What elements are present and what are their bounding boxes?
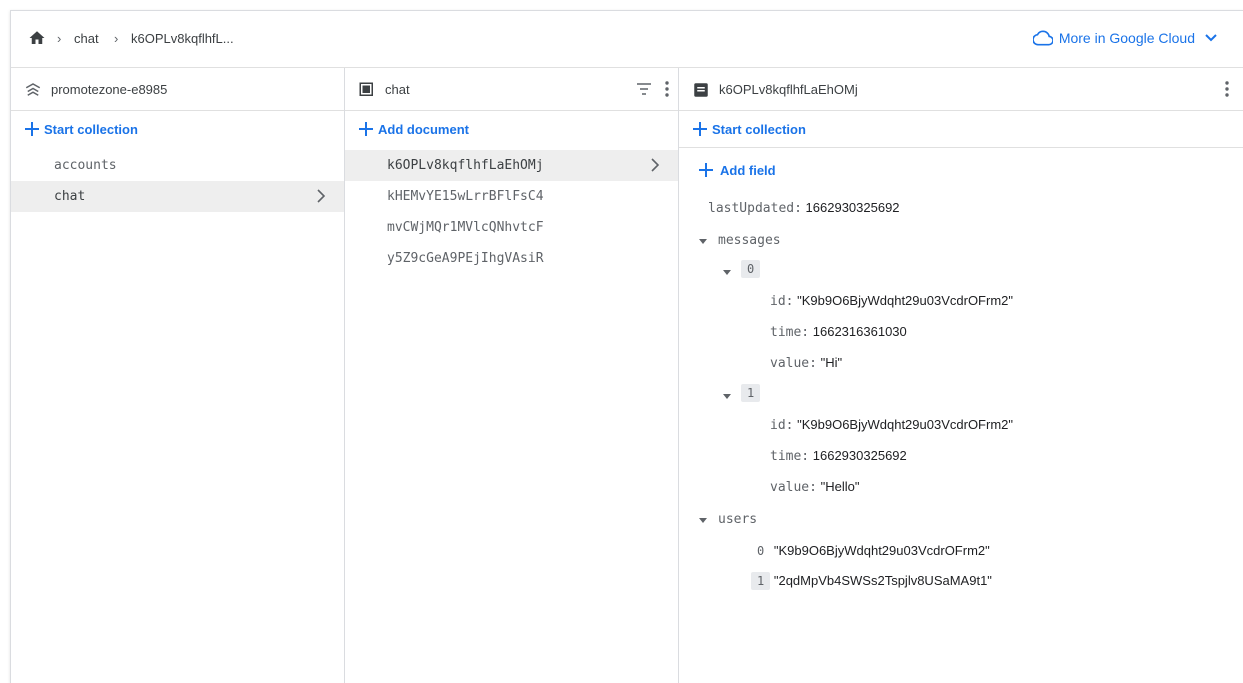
start-collection-label: Start collection <box>712 122 806 137</box>
field-time[interactable]: time: 1662316361030 <box>770 324 907 340</box>
list-item-label: y5Z9cGeA9PEjIhgVAsiR <box>387 251 544 266</box>
field-key: lastUpdated: <box>708 201 802 216</box>
firestore-panel: › chat › k6OPLv8kqflhfL... More in Googl… <box>10 10 1243 683</box>
home-icon[interactable] <box>28 29 46 47</box>
field-id[interactable]: id: "K9b9O6BjyWdqht29u03VcdrOFrm2" <box>770 417 1013 433</box>
column-header: k6OPLv8kqflhfLaEhOMj <box>679 68 1243 111</box>
add-field-button[interactable]: Add field <box>679 152 1243 188</box>
collection-item-chat[interactable]: chat <box>11 181 344 212</box>
collection-item-accounts[interactable]: accounts <box>11 150 344 181</box>
users-item-1[interactable]: 1 "2qdMpVb4SWSs2Tspjlv8USaMA9t1" <box>751 572 992 590</box>
plus-icon <box>693 122 707 136</box>
field-value: 1662930325692 <box>812 448 907 463</box>
index-badge: 1 <box>751 572 771 590</box>
array-index[interactable]: 1 <box>741 384 761 402</box>
field-value: "K9b9O6BjyWdqht29u03VcdrOFrm2" <box>797 293 1013 308</box>
add-document-label: Add document <box>378 122 469 137</box>
collection-name: chat <box>385 82 410 97</box>
plus-icon <box>359 122 373 136</box>
breadcrumb-item-document[interactable]: k6OPLv8kqflhfL... <box>131 31 234 46</box>
add-field-label: Add field <box>720 163 776 178</box>
field-key: time: <box>770 325 810 340</box>
column-header: promotezone-e8985 <box>11 68 344 111</box>
collapse-triangle-icon[interactable] <box>698 236 708 246</box>
document-item[interactable]: y5Z9cGeA9PEjIhgVAsiR <box>345 243 678 274</box>
list-item-label: accounts <box>54 158 117 173</box>
chevron-right-icon: › <box>114 31 119 46</box>
more-in-google-cloud-label: More in Google Cloud <box>1058 30 1195 46</box>
chevron-right-icon: › <box>57 31 62 46</box>
document-icon <box>694 83 708 97</box>
field-value: "Hi" <box>820 355 843 370</box>
index-badge: 0 <box>757 544 765 558</box>
document-column: k6OPLv8kqflhfLaEhOMj Start collection Ad… <box>679 68 1243 683</box>
document-item[interactable]: k6OPLv8kqflhfLaEhOMj <box>345 150 678 181</box>
add-document-button[interactable]: Add document <box>345 111 678 147</box>
collapse-triangle-icon[interactable] <box>722 391 732 401</box>
root-column: promotezone-e8985 Start collection accou… <box>11 68 345 683</box>
breadcrumb-item-chat[interactable]: chat <box>74 31 99 46</box>
chevron-down-icon <box>1205 34 1217 42</box>
collection-column: chat Add document k6OPLv8kqflhfLaEhOMj k… <box>345 68 679 683</box>
index-badge: 1 <box>741 384 761 402</box>
field-key: id: <box>770 418 794 433</box>
field-value: "2qdMpVb4SWSs2Tspjlv8USaMA9t1" <box>773 573 992 588</box>
field-value: "K9b9O6BjyWdqht29u03VcdrOFrm2" <box>797 417 1013 432</box>
field-users[interactable]: users <box>718 511 757 527</box>
field-value: 1662930325692 <box>805 200 900 215</box>
list-item-label: chat <box>54 189 86 204</box>
start-collection-button[interactable]: Start collection <box>11 111 344 147</box>
start-collection-label: Start collection <box>44 122 138 137</box>
plus-icon <box>699 163 713 177</box>
field-value: "K9b9O6BjyWdqht29u03VcdrOFrm2" <box>773 543 990 558</box>
index-badge: 0 <box>741 260 761 278</box>
chevron-right-icon <box>317 189 326 203</box>
collapse-triangle-icon[interactable] <box>698 515 708 525</box>
field-key: id: <box>770 294 794 309</box>
field-lastUpdated[interactable]: lastUpdated: 1662930325692 <box>708 200 900 216</box>
document-id: k6OPLv8kqflhfLaEhOMj <box>719 82 858 97</box>
field-value: 1662316361030 <box>812 324 907 339</box>
more-in-google-cloud-button[interactable]: More in Google Cloud <box>1032 30 1223 46</box>
start-subcollection-button[interactable]: Start collection <box>679 111 1243 148</box>
field-key: messages <box>718 233 781 248</box>
field-key: value: <box>770 480 817 495</box>
array-index[interactable]: 0 <box>741 260 761 278</box>
field-id[interactable]: id: "K9b9O6BjyWdqht29u03VcdrOFrm2" <box>770 293 1013 309</box>
column-header: chat <box>345 68 678 111</box>
more-vert-icon[interactable] <box>665 81 669 97</box>
project-icon <box>25 83 41 96</box>
project-name: promotezone-e8985 <box>51 82 168 97</box>
collapse-triangle-icon[interactable] <box>722 267 732 277</box>
document-item[interactable]: mvCWjMQr1MVlcQNhvtcF <box>345 212 678 243</box>
field-messages[interactable]: messages <box>718 232 781 248</box>
list-item-label: k6OPLv8kqflhfLaEhOMj <box>387 158 544 173</box>
field-value: "Hello" <box>820 479 860 494</box>
cloud-icon <box>1032 30 1053 46</box>
field-key: users <box>718 512 758 527</box>
plus-icon <box>25 122 39 136</box>
list-item-label: kHEMvYE15wLrrBFlFsC4 <box>387 189 544 204</box>
breadcrumb: › chat › k6OPLv8kqflhfL... More in Googl… <box>11 11 1243 68</box>
list-item-label: mvCWjMQr1MVlcQNhvtcF <box>387 220 544 235</box>
more-vert-icon[interactable] <box>1225 81 1229 97</box>
filter-icon[interactable] <box>636 83 652 95</box>
field-value[interactable]: value: "Hi" <box>770 355 842 371</box>
chevron-right-icon <box>651 158 660 172</box>
field-value[interactable]: value: "Hello" <box>770 479 859 495</box>
field-key: time: <box>770 449 810 464</box>
users-item-0[interactable]: 0 "K9b9O6BjyWdqht29u03VcdrOFrm2" <box>751 542 990 560</box>
field-time[interactable]: time: 1662930325692 <box>770 448 907 464</box>
collection-icon <box>359 82 373 96</box>
document-item[interactable]: kHEMvYE15wLrrBFlFsC4 <box>345 181 678 212</box>
field-key: value: <box>770 356 817 371</box>
